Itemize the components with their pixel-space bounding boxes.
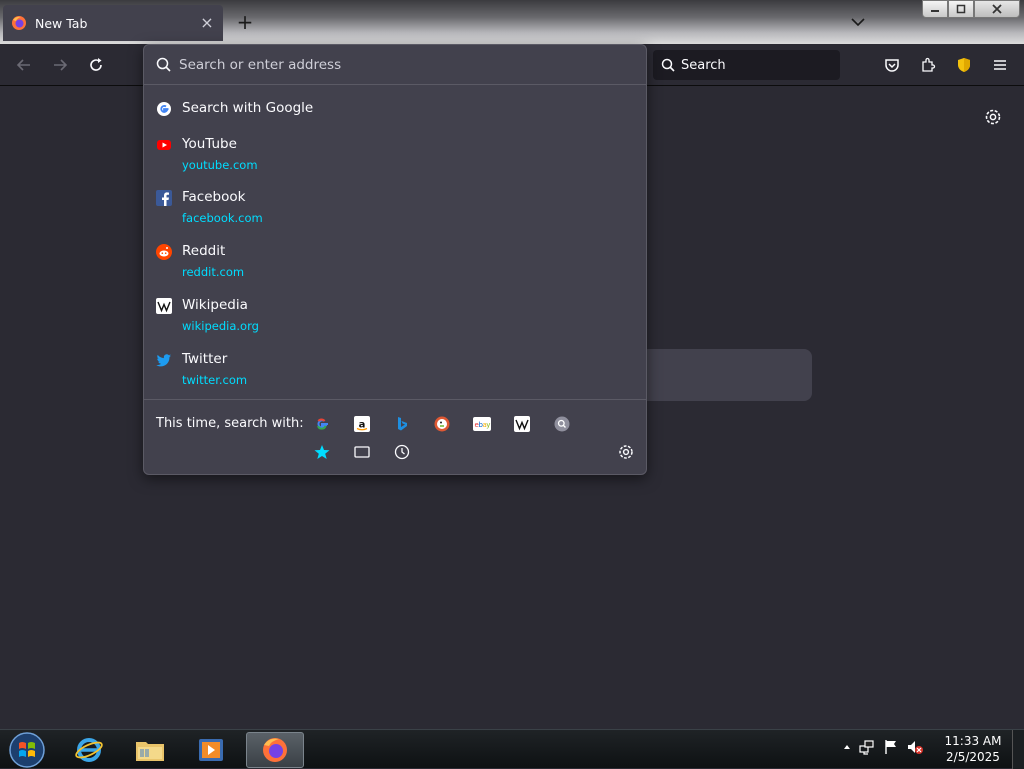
- reddit-icon: [156, 244, 172, 260]
- google-icon[interactable]: [312, 414, 332, 434]
- ublock-button[interactable]: [952, 53, 976, 77]
- search-engine-icon[interactable]: [552, 414, 572, 434]
- firefox-taskbar-button[interactable]: [246, 732, 304, 768]
- urlbar[interactable]: [144, 45, 646, 85]
- result-url: wikipedia.org: [182, 319, 259, 333]
- search-icon: [156, 57, 171, 72]
- result-url: twitter.com: [182, 373, 248, 387]
- reload-icon: [90, 58, 102, 71]
- clock-time: 11:33 AM: [944, 734, 1002, 748]
- tab-title: New Tab: [35, 15, 88, 31]
- back-arrow-icon: [16, 59, 30, 71]
- twitter-icon: [156, 354, 171, 367]
- list-item[interactable]: Wikipedia wikipedia.org: [144, 297, 646, 333]
- duckduckgo-icon[interactable]: [432, 414, 452, 434]
- pocket-button[interactable]: [880, 53, 904, 77]
- svg-text:y: y: [486, 421, 490, 429]
- tab-strip: New Tab × +: [0, 0, 1024, 44]
- tray-expand-arrow-icon[interactable]: [842, 742, 852, 752]
- wikipedia-icon[interactable]: [512, 414, 532, 434]
- hamburger-menu-icon: [994, 60, 1006, 70]
- tab-close-button[interactable]: ×: [199, 15, 215, 31]
- back-button[interactable]: [12, 53, 36, 77]
- result-url: youtube.com: [182, 158, 258, 172]
- urlbar-dropdown: Search with Google YouTube youtube.com Fa…: [143, 44, 647, 475]
- explorer-taskbar-button[interactable]: [121, 732, 179, 768]
- list-item[interactable]: Reddit reddit.com: [144, 243, 646, 279]
- gear-icon[interactable]: [616, 442, 636, 462]
- close-icon: [992, 4, 1002, 14]
- minimize-button[interactable]: [922, 0, 948, 18]
- list-item[interactable]: Twitter twitter.com: [144, 351, 646, 387]
- facebook-icon: [156, 190, 172, 206]
- media-player-icon: [199, 739, 223, 761]
- history-clock-icon[interactable]: [392, 442, 412, 462]
- firefox-icon: [12, 16, 26, 30]
- taskbar: 11:33 AM 2/5/2025: [0, 729, 1024, 769]
- new-tab-button[interactable]: +: [234, 12, 256, 34]
- internet-explorer-taskbar-button[interactable]: [60, 732, 118, 768]
- restore-icon: [956, 4, 966, 14]
- internet-explorer-icon: [75, 738, 103, 762]
- close-window-button[interactable]: [974, 0, 1020, 18]
- ebay-icon[interactable]: ebay: [472, 414, 492, 434]
- result-title: Twitter: [182, 351, 228, 367]
- list-item[interactable]: Facebook facebook.com: [144, 189, 646, 225]
- search-suggestion-label: Search with Google: [182, 100, 314, 116]
- action-center-flag-icon[interactable]: [882, 738, 900, 756]
- search-bar-placeholder: Search: [681, 57, 726, 73]
- result-title: Facebook: [182, 189, 246, 205]
- shield-icon: [958, 58, 970, 72]
- list-item[interactable]: YouTube youtube.com: [144, 136, 646, 172]
- volume-muted-icon[interactable]: [906, 738, 924, 756]
- search-bar[interactable]: Search: [653, 50, 840, 80]
- maximize-button[interactable]: [948, 0, 974, 18]
- browser-window: New Tab × + Search Search or enter addre…: [0, 0, 1024, 769]
- chevron-down-icon[interactable]: [848, 12, 868, 32]
- tab-new-tab[interactable]: New Tab ×: [3, 5, 223, 41]
- system-tray: [842, 738, 924, 756]
- clock-date: 2/5/2025: [946, 750, 1000, 764]
- page-search-box[interactable]: [640, 349, 812, 401]
- google-icon: [157, 102, 171, 116]
- media-player-taskbar-button[interactable]: [182, 732, 240, 768]
- tabs-icon[interactable]: [352, 442, 372, 462]
- divider: [144, 399, 646, 400]
- show-desktop-button[interactable]: [1012, 730, 1024, 769]
- result-title: Wikipedia: [182, 297, 248, 313]
- forward-button[interactable]: [48, 53, 72, 77]
- puzzle-icon: [922, 57, 936, 72]
- result-url: facebook.com: [182, 211, 263, 225]
- result-title: YouTube: [182, 136, 237, 152]
- folder-icon: [136, 742, 164, 761]
- minimize-icon: [931, 10, 939, 12]
- bookmarks-star-icon[interactable]: [312, 442, 332, 462]
- reload-button[interactable]: [84, 53, 108, 77]
- pocket-icon: [885, 59, 899, 72]
- windows-start-icon[interactable]: [6, 731, 48, 769]
- gear-icon[interactable]: [982, 106, 1004, 128]
- wikipedia-icon: [156, 298, 172, 314]
- result-title: Reddit: [182, 243, 226, 259]
- urlbar-input[interactable]: [179, 56, 619, 73]
- bing-icon[interactable]: [392, 414, 412, 434]
- firefox-icon: [263, 738, 287, 762]
- network-icon[interactable]: [858, 738, 876, 756]
- window-controls: [922, 0, 1020, 18]
- taskbar-clock[interactable]: 11:33 AM 2/5/2025: [940, 733, 1006, 765]
- menu-button[interactable]: [988, 53, 1012, 77]
- extensions-button[interactable]: [916, 53, 940, 77]
- search-suggestion-row[interactable]: Search with Google: [144, 100, 646, 117]
- youtube-icon: [157, 140, 171, 150]
- forward-arrow-icon: [54, 59, 68, 71]
- search-icon: [661, 58, 675, 72]
- one-off-search-label: This time, search with:: [156, 416, 304, 431]
- amazon-icon[interactable]: a: [352, 414, 372, 434]
- result-url: reddit.com: [182, 265, 245, 279]
